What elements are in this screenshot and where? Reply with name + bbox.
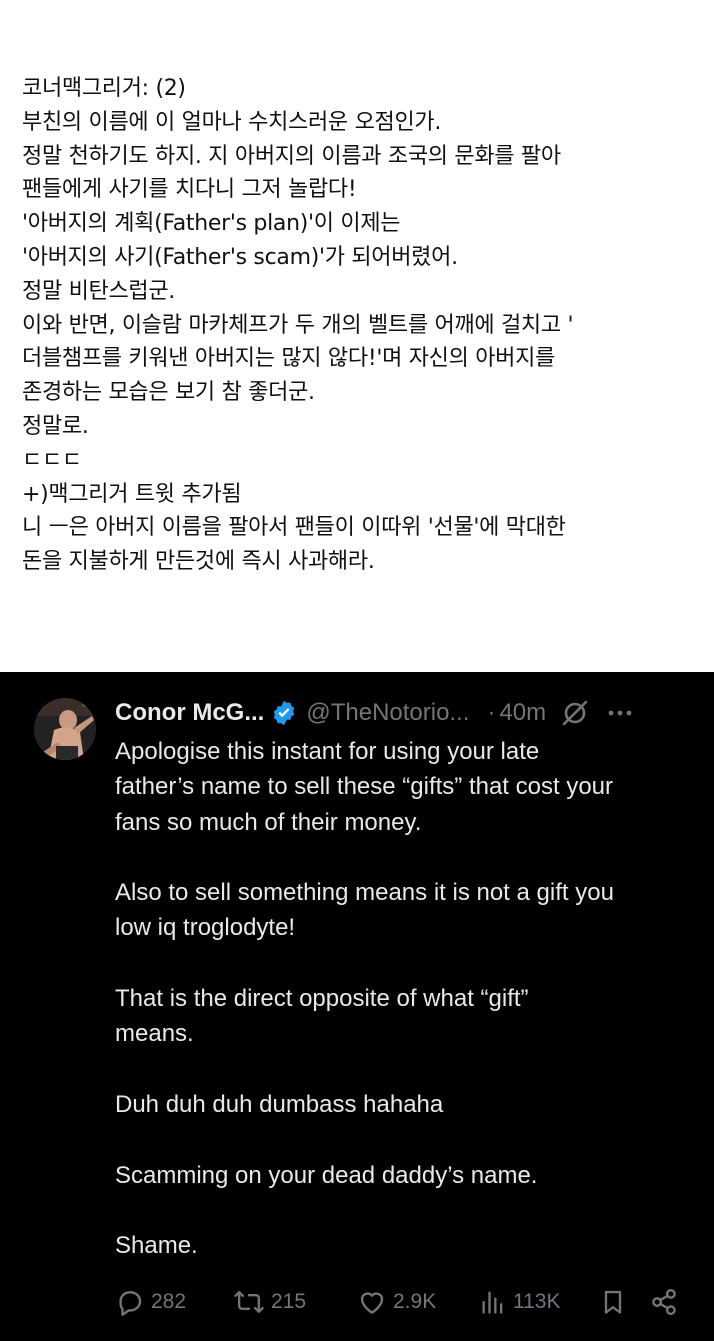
- share-button[interactable]: [649, 1284, 685, 1320]
- reply-button[interactable]: 282: [115, 1284, 186, 1320]
- korean-line: 정말로.: [22, 413, 89, 439]
- verified-badge-icon: [270, 699, 298, 727]
- views-icon: [482, 1291, 503, 1314]
- bookmark-icon: [604, 1290, 622, 1314]
- korean-line: 부친의 이름에 이 얼마나 수치스러운 오점인가.: [22, 109, 442, 135]
- korean-line: '아버지의 계획(Father's plan)'이 이제는: [22, 211, 401, 237]
- tweet-actions: 282 215 2.9K 113K: [115, 1284, 695, 1320]
- korean-line: 니 ㅡ은 아버지 이름을 팔아서 팬들이 이따위 '선물'에 막대한: [22, 515, 566, 541]
- share-icon: [652, 1288, 676, 1316]
- separator-dot: ·: [487, 699, 496, 726]
- repost-button[interactable]: 215: [233, 1284, 306, 1320]
- timestamp[interactable]: 40m: [499, 699, 546, 727]
- tweet-card: Conor McG... @TheNotorio... · 40m Apolog…: [0, 672, 714, 1341]
- korean-line: 정말 천하기도 하지. 지 아버지의 이름과 조국의 문화를 팔아: [22, 143, 561, 169]
- korean-line: 정말 비탄스럽군.: [22, 278, 175, 304]
- avatar[interactable]: [34, 698, 96, 760]
- repost-icon: [234, 1290, 264, 1314]
- views-button[interactable]: 113K: [479, 1284, 561, 1320]
- korean-caption-section: 코너맥그리거: (2) 부친의 이름에 이 얼마나 수치스러운 오점인가. 정말…: [0, 0, 714, 672]
- like-icon: [360, 1292, 384, 1314]
- like-count: 2.9K: [393, 1290, 437, 1313]
- tweet-line: Also to sell something means it is not a…: [115, 879, 614, 907]
- user-handle[interactable]: @TheNotorio...: [306, 699, 469, 727]
- korean-line: 이와 반면, 이슬람 마카체프가 두 개의 벨트를 어깨에 걸치고 ': [22, 312, 574, 338]
- tweet-line: father’s name to sell these “gifts” that…: [115, 773, 614, 801]
- view-count: 113K: [513, 1290, 561, 1313]
- like-button[interactable]: 2.9K: [357, 1284, 436, 1320]
- more-icon[interactable]: [606, 699, 634, 727]
- tweet-line: Shame.: [115, 1232, 198, 1260]
- tweet-text: Apologise this instant for using your la…: [115, 734, 705, 1263]
- korean-line: 존경하는 모습은 보기 참 좋더군.: [22, 380, 315, 406]
- korean-line: ㄷㄷㄷ: [22, 447, 82, 473]
- repost-count: 215: [271, 1290, 307, 1313]
- korean-caption-text: 코너맥그리거: (2) 부친의 이름에 이 얼마나 수치스러운 오점인가. 정말…: [22, 72, 702, 579]
- tweet-line: low iq troglodyte!: [115, 914, 296, 942]
- display-name[interactable]: Conor McG...: [115, 699, 264, 727]
- korean-line: 더블챔프를 키워낸 아버지는 많지 않다!'며 자신의 아버지를: [22, 346, 555, 372]
- bookmark-button[interactable]: [599, 1284, 633, 1320]
- reply-icon: [119, 1291, 142, 1316]
- reply-count: 282: [151, 1290, 187, 1313]
- korean-line: '아버지의 사기(Father's scam)'가 되어버렸어.: [22, 244, 458, 270]
- tweet-header: Conor McG... @TheNotorio... · 40m: [115, 696, 700, 730]
- tweet-line: fans so much of their money.: [115, 808, 422, 836]
- tweet-line: Scamming on your dead daddy’s name.: [115, 1161, 538, 1189]
- grok-icon[interactable]: [560, 698, 590, 728]
- tweet-line: Apologise this instant for using your la…: [115, 738, 540, 765]
- tweet-line: Duh duh duh dumbass hahaha: [115, 1090, 444, 1118]
- korean-line: 팬들에게 사기를 치다니 그저 놀랍다!: [22, 177, 357, 203]
- korean-line: 코너맥그리거: (2): [22, 76, 186, 101]
- avatar-photo-icon: [34, 698, 96, 760]
- tweet-line: That is the direct opposite of what “gif…: [115, 985, 529, 1013]
- korean-line: 돈을 지불하게 만든것에 즉시 사과해라.: [22, 549, 375, 575]
- tweet-line: means.: [115, 1020, 194, 1048]
- korean-line: +)맥그리거 트윗 추가됨: [22, 481, 242, 507]
